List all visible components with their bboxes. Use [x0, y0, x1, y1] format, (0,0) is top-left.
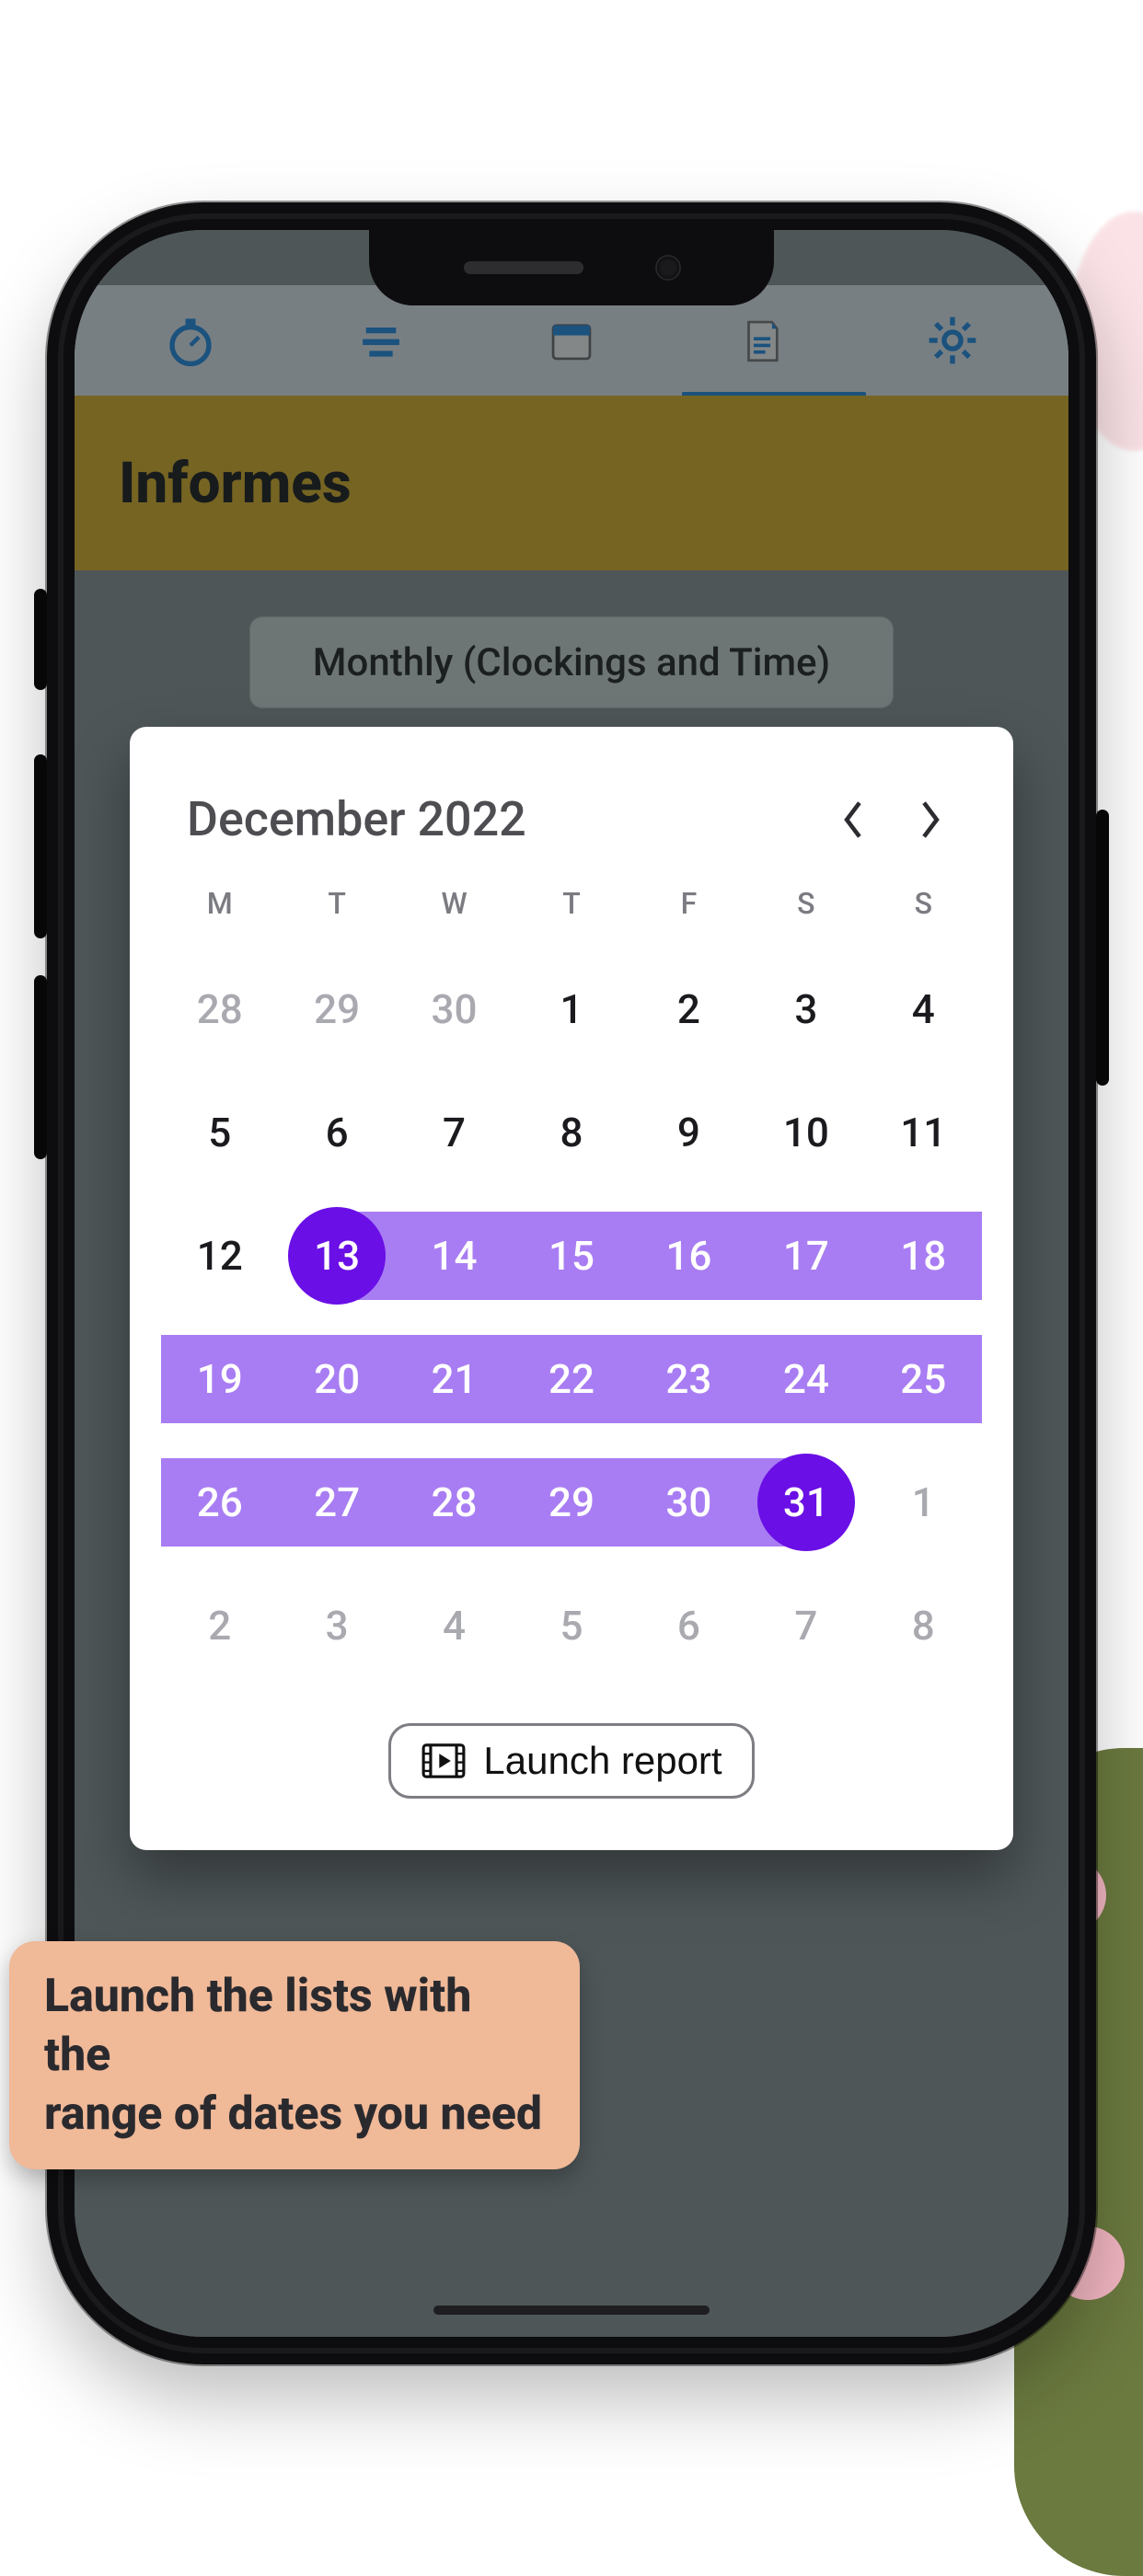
- calendar-day[interactable]: 29: [513, 1442, 629, 1563]
- chevron-right-icon: [917, 799, 944, 841]
- calendar-day[interactable]: 7: [747, 1565, 864, 1686]
- notch: [369, 230, 774, 305]
- tooltip-line-2: range of dates you need: [44, 2085, 545, 2144]
- weekday-label: S: [747, 864, 864, 947]
- calendar-day[interactable]: 10: [747, 1072, 864, 1193]
- calendar-day[interactable]: 26: [161, 1442, 278, 1563]
- launch-report-button[interactable]: Launch report: [388, 1723, 754, 1799]
- calendar-day[interactable]: 30: [396, 949, 513, 1070]
- calendar-day[interactable]: 27: [278, 1442, 395, 1563]
- calendar-day[interactable]: 4: [865, 949, 982, 1070]
- promo-tooltip: Launch the lists with the range of dates…: [9, 1941, 580, 2169]
- calendar-day[interactable]: 12: [161, 1195, 278, 1317]
- calendar-day[interactable]: 4: [396, 1565, 513, 1686]
- calendar-grid: 2829301234567891011121314151617181920212…: [161, 949, 982, 1686]
- calendar-day[interactable]: 18: [865, 1195, 982, 1317]
- calendar-day[interactable]: 2: [630, 949, 747, 1070]
- calendar-day[interactable]: 16: [630, 1195, 747, 1317]
- weekday-label: M: [161, 864, 278, 947]
- calendar-day[interactable]: 11: [865, 1072, 982, 1193]
- weekday-label: F: [630, 864, 747, 947]
- calendar-day[interactable]: 5: [513, 1565, 629, 1686]
- calendar-day[interactable]: 17: [747, 1195, 864, 1317]
- calendar-month-label[interactable]: December 2022: [187, 791, 802, 847]
- calendar-day[interactable]: 24: [747, 1318, 864, 1440]
- next-month-button[interactable]: [905, 794, 956, 845]
- calendar-day[interactable]: 3: [747, 949, 864, 1070]
- weekday-label: T: [278, 864, 395, 947]
- calendar-day[interactable]: 7: [396, 1072, 513, 1193]
- chevron-left-icon: [839, 799, 867, 841]
- calendar-day[interactable]: 15: [513, 1195, 629, 1317]
- date-range-modal: December 2022 MTWTFSS 282930123456789101…: [130, 727, 1013, 1850]
- weekday-label: T: [513, 864, 629, 947]
- weekday-label: S: [865, 864, 982, 947]
- calendar-day[interactable]: 21: [396, 1318, 513, 1440]
- calendar-day[interactable]: 22: [513, 1318, 629, 1440]
- calendar-day[interactable]: 8: [865, 1565, 982, 1686]
- film-play-icon: [421, 1741, 467, 1781]
- calendar-day[interactable]: 8: [513, 1072, 629, 1193]
- calendar-day[interactable]: 28: [161, 949, 278, 1070]
- calendar-day[interactable]: 5: [161, 1072, 278, 1193]
- weekday-header-row: MTWTFSS: [161, 864, 982, 947]
- weekday-label: W: [396, 864, 513, 947]
- launch-report-label: Launch report: [483, 1739, 722, 1783]
- prev-month-button[interactable]: [827, 794, 879, 845]
- calendar-day[interactable]: 20: [278, 1318, 395, 1440]
- calendar-day[interactable]: 6: [278, 1072, 395, 1193]
- calendar-day[interactable]: 28: [396, 1442, 513, 1563]
- calendar-day[interactable]: 25: [865, 1318, 982, 1440]
- calendar-day[interactable]: 1: [513, 949, 629, 1070]
- calendar-day[interactable]: 2: [161, 1565, 278, 1686]
- calendar-day[interactable]: 30: [630, 1442, 747, 1563]
- calendar-day[interactable]: 1: [865, 1442, 982, 1563]
- calendar-day[interactable]: 23: [630, 1318, 747, 1440]
- calendar-day[interactable]: 14: [396, 1195, 513, 1317]
- calendar-day[interactable]: 29: [278, 949, 395, 1070]
- calendar-day[interactable]: 9: [630, 1072, 747, 1193]
- tooltip-line-1: Launch the lists with the: [44, 1967, 545, 2085]
- calendar-day[interactable]: 3: [278, 1565, 395, 1686]
- home-indicator[interactable]: [433, 2306, 710, 2315]
- calendar-day[interactable]: 19: [161, 1318, 278, 1440]
- calendar-day[interactable]: 6: [630, 1565, 747, 1686]
- calendar-day[interactable]: 13: [278, 1195, 395, 1317]
- calendar-day[interactable]: 31: [747, 1442, 864, 1563]
